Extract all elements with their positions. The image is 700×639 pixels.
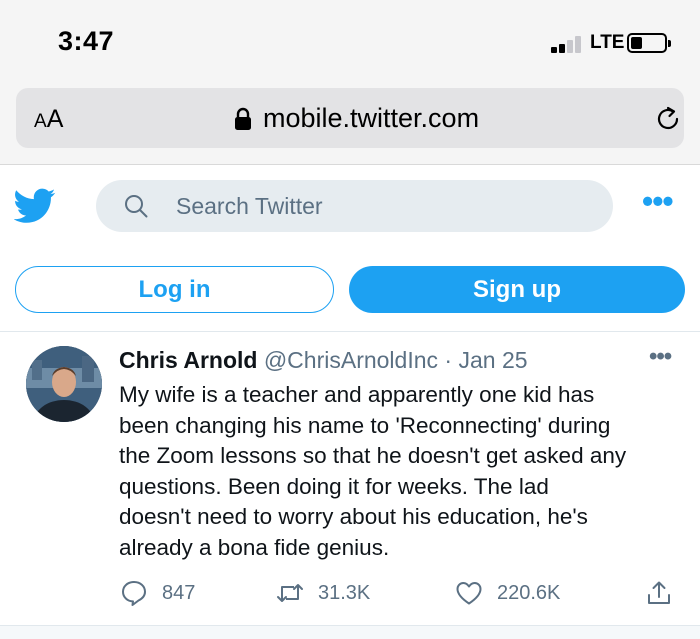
retweet-count: 31.3K — [318, 581, 371, 604]
twitter-bird-icon[interactable] — [14, 188, 56, 224]
avatar[interactable] — [26, 346, 102, 422]
battery-icon — [627, 33, 671, 53]
header-separator: · — [444, 347, 453, 373]
tweet-text: My wife is a teacher and apparently one … — [119, 380, 679, 564]
reply-count: 847 — [162, 581, 196, 604]
search-icon — [125, 195, 148, 218]
more-icon[interactable]: ••• — [642, 185, 676, 217]
tweet-actions: 847 31.3K 220.6K — [0, 575, 700, 615]
search-box[interactable] — [96, 180, 613, 232]
more-icon[interactable]: ••• — [649, 345, 672, 369]
share-icon — [648, 581, 670, 604]
retweet-icon — [277, 584, 303, 602]
share-button[interactable] — [645, 575, 687, 611]
text-size-button[interactable]: AA — [34, 105, 63, 134]
lock-icon — [235, 107, 251, 130]
author-handle[interactable]: @ChrisArnoldInc — [264, 347, 438, 373]
browser-toolbar: AA mobile.twitter.com — [0, 80, 700, 165]
next-item-edge — [0, 625, 700, 639]
like-icon — [456, 582, 482, 605]
tweet-line: My wife is a teacher and apparently one … — [119, 382, 595, 407]
tweet-date[interactable]: Jan 25 — [458, 347, 527, 373]
network-type: LTE — [590, 32, 625, 53]
status-time: 3:47 — [58, 26, 115, 56]
tweet-line: questions. Been doing it for weeks. The … — [119, 473, 549, 499]
tweet-line: the Zoom lessons so that he doesn't get … — [119, 443, 627, 469]
signal-icon — [551, 35, 585, 53]
like-button[interactable]: 220.6K — [455, 575, 560, 611]
tweet-line: already a bona fide genius. — [119, 534, 390, 560]
reply-icon — [122, 581, 146, 606]
login-button[interactable]: Log in — [15, 266, 334, 313]
reply-button[interactable]: 847 — [120, 575, 195, 611]
signup-button[interactable]: Sign up — [349, 266, 685, 313]
status-bar: 3:47 LTE — [0, 0, 700, 80]
divider — [0, 331, 700, 332]
search-input[interactable] — [176, 190, 596, 222]
retweet-button[interactable]: 31.3K — [276, 575, 370, 611]
address-bar[interactable]: AA mobile.twitter.com — [16, 88, 684, 148]
tweet-header: Chris Arnold @ChrisArnoldInc · Jan 25 — [119, 347, 528, 374]
url-text[interactable]: mobile.twitter.com — [263, 103, 479, 134]
reload-icon[interactable] — [653, 104, 683, 134]
tweet-line: doesn't need to worry about his educatio… — [119, 504, 588, 530]
like-count: 220.6K — [497, 581, 561, 604]
author-name[interactable]: Chris Arnold — [119, 347, 257, 373]
tweet-line: been changing his name to 'Reconnecting'… — [119, 412, 611, 438]
